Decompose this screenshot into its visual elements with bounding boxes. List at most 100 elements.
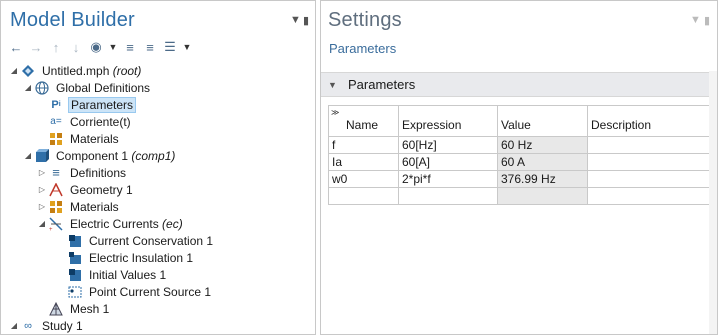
svg-text:+: + — [49, 227, 53, 231]
tree-item-label: Study 1 — [42, 318, 83, 333]
arrow-up-icon[interactable]: ↑ — [49, 40, 63, 55]
panel-menu-icon[interactable]: ▮ — [303, 14, 309, 27]
column-header-expression[interactable]: Expression — [398, 105, 498, 137]
tree-item-label: Electric Insulation 1 — [89, 250, 194, 265]
cell-description[interactable] — [587, 187, 710, 205]
domain-feature-icon — [68, 234, 82, 248]
table-row[interactable]: f 60[Hz] 60 Hz — [328, 136, 710, 154]
expand-icon[interactable]: ▷ — [37, 185, 47, 195]
collapse-icon[interactable]: ◢ — [37, 219, 47, 229]
model-builder-toolbar: ← → ↑ ↓ ◉ ▼ ≡ ≡ ☰ ▼ — [9, 38, 192, 56]
expand-icon[interactable]: ▷ — [37, 168, 47, 178]
collapse-icon[interactable]: ◢ — [9, 321, 19, 331]
tree-item-component[interactable]: ◢ Component 1 (comp1) — [23, 147, 177, 164]
table-header-row: ≫ Name Expression Value Description — [328, 105, 710, 137]
collapse-all-icon[interactable]: ≡ — [143, 40, 157, 55]
tree-item-root[interactable]: ◢ Untitled.mph (root) — [9, 62, 143, 79]
tree-item-parameters[interactable]: Pi Parameters — [49, 96, 137, 113]
panel-menu-icon[interactable]: ▮ — [704, 14, 710, 27]
cell-name[interactable] — [328, 187, 399, 205]
pin-icon[interactable]: ▼ — [690, 14, 701, 26]
electric-currents-icon: + — [49, 216, 63, 231]
tree-item-electric-insulation[interactable]: Electric Insulation 1 — [68, 249, 195, 266]
tree-item-label: Untitled.mph — [42, 63, 110, 78]
mesh-icon — [49, 301, 63, 316]
cell-description[interactable] — [587, 170, 710, 188]
tree-item-definitions[interactable]: ▷ ≡ Definitions — [37, 164, 128, 181]
tree-item-label: Materials — [70, 131, 119, 146]
boundary-feature-icon — [68, 251, 82, 265]
pin-icon[interactable]: ▼ — [290, 14, 301, 26]
cell-expression[interactable]: 2*pi*f — [398, 170, 498, 188]
arrow-left-icon[interactable]: ← — [9, 40, 23, 55]
column-header-value[interactable]: Value — [497, 105, 588, 137]
collapse-icon[interactable]: ◢ — [23, 83, 33, 93]
point-feature-icon — [68, 285, 82, 299]
tree-item-global-materials[interactable]: Materials — [49, 130, 121, 147]
cell-expression[interactable]: 60[Hz] — [398, 136, 498, 154]
cell-description[interactable] — [587, 136, 710, 154]
tree-item-study[interactable]: ◢ ∞ Study 1 — [9, 317, 85, 334]
collapse-icon[interactable]: ▼ — [328, 80, 337, 90]
tree-item-label: Electric Currents — [70, 216, 159, 231]
globe-icon — [35, 80, 49, 95]
tree-item-label: Mesh 1 — [70, 301, 110, 316]
model-builder-title: Model Builder — [10, 9, 135, 31]
geometry-icon — [49, 182, 63, 197]
cell-expression[interactable] — [398, 187, 498, 205]
dropdown-icon[interactable]: ▼ — [109, 40, 118, 54]
eye-icon[interactable]: ◉ — [89, 39, 103, 54]
settings-title: Settings — [328, 9, 402, 31]
column-header-name[interactable]: ≫ Name — [328, 105, 399, 137]
tree-item-label: Geometry 1 — [70, 182, 133, 197]
tree-item-geometry[interactable]: ▷ Geometry 1 — [37, 181, 135, 198]
cell-expression[interactable]: 60[A] — [398, 153, 498, 171]
tree-item-label: Current Conservation 1 — [89, 233, 214, 248]
arrow-right-icon[interactable]: → — [29, 40, 43, 55]
tree-item-electric-currents[interactable]: ◢ + Electric Currents (ec) — [37, 215, 185, 232]
section-title: Parameters — [348, 77, 416, 92]
tree-item-corriente[interactable]: a= Corriente(t) — [49, 113, 133, 130]
tree-item-current-conservation[interactable]: Current Conservation 1 — [68, 232, 215, 249]
move-arrow-icon[interactable]: ≫ — [331, 108, 339, 117]
parameters-section-header[interactable]: ▼ Parameters — [321, 72, 717, 97]
parameters-table: ≫ Name Expression Value Description f 60[… — [328, 105, 710, 205]
expand-icon[interactable]: ▷ — [37, 202, 47, 212]
tree-item-label: Point Current Source 1 — [89, 284, 212, 299]
scrollbar[interactable] — [709, 71, 717, 334]
table-row[interactable]: Ia 60[A] 60 A — [328, 153, 710, 171]
tree-item-mesh[interactable]: Mesh 1 — [49, 300, 111, 317]
dropdown-icon[interactable]: ▼ — [183, 40, 192, 54]
tree-item-global-definitions[interactable]: ◢ Global Definitions — [23, 79, 152, 96]
collapse-icon[interactable]: ◢ — [9, 66, 19, 76]
function-icon: a= — [50, 116, 62, 127]
tree-item-label: Definitions — [70, 165, 127, 180]
tree-item-suffix: (root) — [112, 63, 142, 78]
model-builder-panel: Model Builder ▼ ▮ ← → ↑ ↓ ◉ ▼ ≡ ≡ ☰ ▼ ◢ … — [0, 0, 316, 335]
tree-item-initial-values[interactable]: Initial Values 1 — [68, 266, 168, 283]
tree-item-label: Initial Values 1 — [89, 267, 167, 282]
table-row[interactable]: w0 2*pi*f 376.99 Hz — [328, 170, 710, 188]
cell-name[interactable]: f — [328, 136, 399, 154]
tree-item-suffix: (comp1) — [131, 148, 176, 163]
tree-item-materials[interactable]: ▷ Materials — [37, 198, 121, 215]
tree-item-label: Materials — [70, 199, 119, 214]
column-header-description[interactable]: Description — [587, 105, 710, 137]
column-label: Name — [346, 118, 379, 132]
collapse-icon[interactable]: ◢ — [23, 151, 33, 161]
cell-value — [497, 187, 588, 205]
component-icon — [35, 148, 49, 163]
cell-description[interactable] — [587, 153, 710, 171]
table-row[interactable] — [328, 187, 710, 205]
tree-item-point-current-source[interactable]: Point Current Source 1 — [68, 283, 213, 300]
model-icon — [21, 64, 35, 78]
list-icon[interactable]: ☰ — [163, 39, 177, 54]
arrow-down-icon[interactable]: ↓ — [69, 40, 83, 55]
tree-item-label: Corriente(t) — [70, 114, 131, 129]
settings-panel: Settings ▼ ▮ Parameters ▼ Parameters ≫ Na… — [320, 0, 718, 335]
cell-name[interactable]: w0 — [328, 170, 399, 188]
cell-name[interactable]: Ia — [328, 153, 399, 171]
tree-item-label: Global Definitions — [56, 80, 151, 95]
materials-icon — [49, 200, 63, 214]
expand-all-icon[interactable]: ≡ — [123, 40, 137, 55]
